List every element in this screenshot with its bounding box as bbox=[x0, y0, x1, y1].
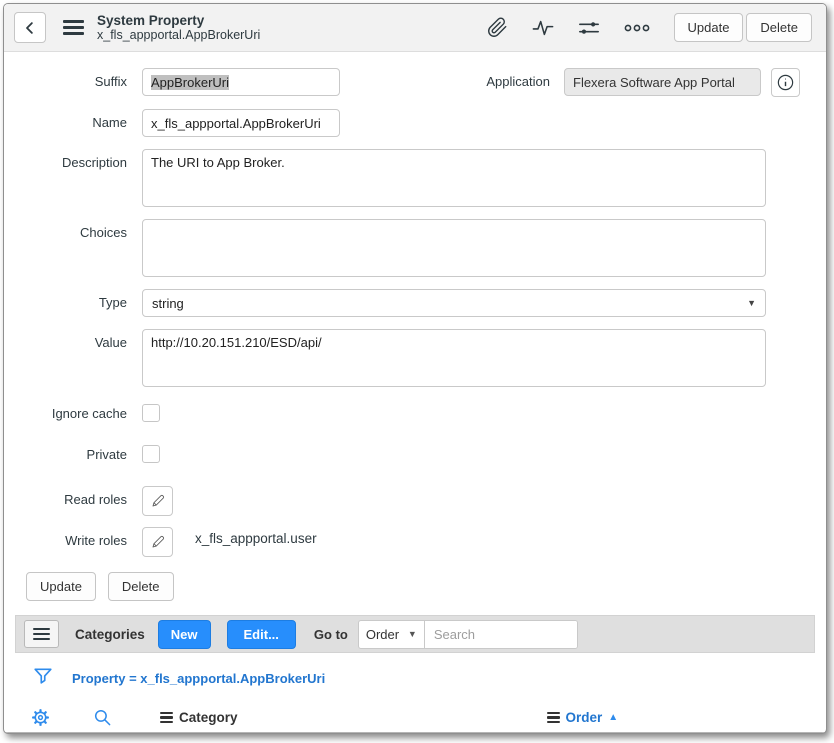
choices-label: Choices bbox=[4, 219, 127, 240]
ignore-cache-label: Ignore cache bbox=[4, 404, 127, 421]
value-textarea[interactable]: http://10.20.151.210/ESD/api/ bbox=[142, 329, 766, 387]
application-info-button[interactable] bbox=[771, 68, 800, 97]
pencil-icon bbox=[150, 493, 166, 509]
app-window: System Property x_fls_appportal.AppBroke… bbox=[3, 3, 827, 734]
form-header: System Property x_fls_appportal.AppBroke… bbox=[4, 4, 826, 52]
suffix-input[interactable]: AppBrokerUri bbox=[142, 68, 340, 96]
choices-row: Choices bbox=[4, 219, 800, 277]
sort-ascending-icon: ▲ bbox=[608, 712, 618, 723]
filter-funnel-icon[interactable] bbox=[32, 666, 54, 690]
write-roles-edit-button[interactable] bbox=[142, 527, 173, 557]
name-input[interactable]: x_fls_appportal.AppBrokerUri bbox=[142, 109, 340, 137]
page-title: System Property bbox=[97, 13, 260, 29]
description-row: Description The URI to App Broker. bbox=[4, 149, 800, 207]
back-button[interactable] bbox=[14, 12, 46, 43]
edit-button[interactable]: Edit... bbox=[227, 620, 296, 649]
write-roles-value: x_fls_appportal.user bbox=[195, 527, 317, 546]
type-selected-value: string bbox=[152, 296, 184, 311]
list-search-input[interactable] bbox=[425, 621, 577, 648]
type-row: Type string ▼ bbox=[4, 289, 800, 317]
new-button[interactable]: New bbox=[158, 620, 211, 649]
list-filter-row: Property = x_fls_appportal.AppBrokerUri bbox=[32, 666, 826, 690]
type-label: Type bbox=[4, 289, 127, 310]
goto-selected-value: Order bbox=[366, 627, 399, 642]
private-label: Private bbox=[4, 445, 127, 462]
read-roles-row: Read roles bbox=[4, 486, 800, 516]
column-header-order[interactable]: Order ▲ bbox=[547, 710, 619, 725]
goto-label: Go to bbox=[314, 627, 348, 642]
related-list-header: Categories New Edit... Go to Order ▼ bbox=[15, 615, 815, 653]
info-icon bbox=[776, 73, 795, 92]
suffix-label: Suffix bbox=[4, 68, 127, 89]
related-list-title: Categories bbox=[75, 627, 145, 642]
column-menu-icon bbox=[547, 712, 560, 723]
personalize-form-icon[interactable] bbox=[578, 17, 600, 39]
read-roles-edit-button[interactable] bbox=[142, 486, 173, 516]
column-header-category[interactable]: Category bbox=[160, 710, 238, 725]
pencil-icon bbox=[150, 534, 166, 550]
type-select[interactable]: string ▼ bbox=[142, 289, 766, 317]
update-button-footer[interactable]: Update bbox=[26, 572, 96, 601]
ignore-cache-checkbox[interactable] bbox=[142, 404, 160, 422]
value-row: Value http://10.20.151.210/ESD/api/ bbox=[4, 329, 800, 387]
activity-stream-icon[interactable] bbox=[532, 17, 554, 39]
suffix-value-selected-text: AppBrokerUri bbox=[151, 75, 229, 90]
suffix-application-row: Suffix AppBrokerUri Application Flexera … bbox=[4, 68, 800, 97]
update-button-header[interactable]: Update bbox=[674, 13, 744, 42]
list-search-icon[interactable] bbox=[93, 708, 112, 727]
column-menu-icon bbox=[160, 712, 173, 723]
description-textarea[interactable]: The URI to App Broker. bbox=[142, 149, 766, 207]
write-roles-row: Write roles x_fls_appportal.user bbox=[4, 527, 800, 557]
system-property-form: Suffix AppBrokerUri Application Flexera … bbox=[4, 52, 826, 601]
chevron-down-icon: ▼ bbox=[747, 298, 756, 308]
filter-breadcrumb[interactable]: Property = x_fls_appportal.AppBrokerUri bbox=[72, 671, 325, 686]
name-row: Name x_fls_appportal.AppBrokerUri bbox=[4, 109, 800, 137]
value-label: Value bbox=[4, 329, 127, 350]
title-block: System Property x_fls_appportal.AppBroke… bbox=[97, 13, 260, 43]
chevron-left-icon bbox=[21, 19, 39, 37]
list-column-headers: Category Order ▲ bbox=[4, 703, 826, 733]
form-context-menu-icon[interactable] bbox=[63, 20, 84, 36]
name-label: Name bbox=[4, 109, 127, 130]
form-footer-buttons: Update Delete bbox=[26, 572, 826, 601]
chevron-down-icon: ▼ bbox=[408, 629, 417, 639]
write-roles-label: Write roles bbox=[4, 527, 127, 548]
goto-field-select[interactable]: Order ▼ bbox=[359, 621, 425, 648]
application-label: Application bbox=[340, 68, 564, 89]
description-label: Description bbox=[4, 149, 127, 170]
page-subtitle: x_fls_appportal.AppBrokerUri bbox=[97, 28, 260, 42]
list-context-menu-button[interactable] bbox=[24, 620, 59, 648]
choices-textarea[interactable] bbox=[142, 219, 766, 277]
delete-button-footer[interactable]: Delete bbox=[108, 572, 174, 601]
goto-search-group: Order ▼ bbox=[358, 620, 578, 649]
ignore-cache-row: Ignore cache bbox=[4, 404, 800, 422]
attachment-icon[interactable] bbox=[487, 17, 508, 38]
list-settings-gear-icon[interactable] bbox=[31, 708, 50, 727]
application-input: Flexera Software App Portal bbox=[564, 68, 761, 96]
private-row: Private bbox=[4, 445, 800, 463]
more-options-icon[interactable] bbox=[624, 21, 650, 35]
read-roles-label: Read roles bbox=[4, 486, 127, 507]
delete-button-header[interactable]: Delete bbox=[746, 13, 812, 42]
private-checkbox[interactable] bbox=[142, 445, 160, 463]
